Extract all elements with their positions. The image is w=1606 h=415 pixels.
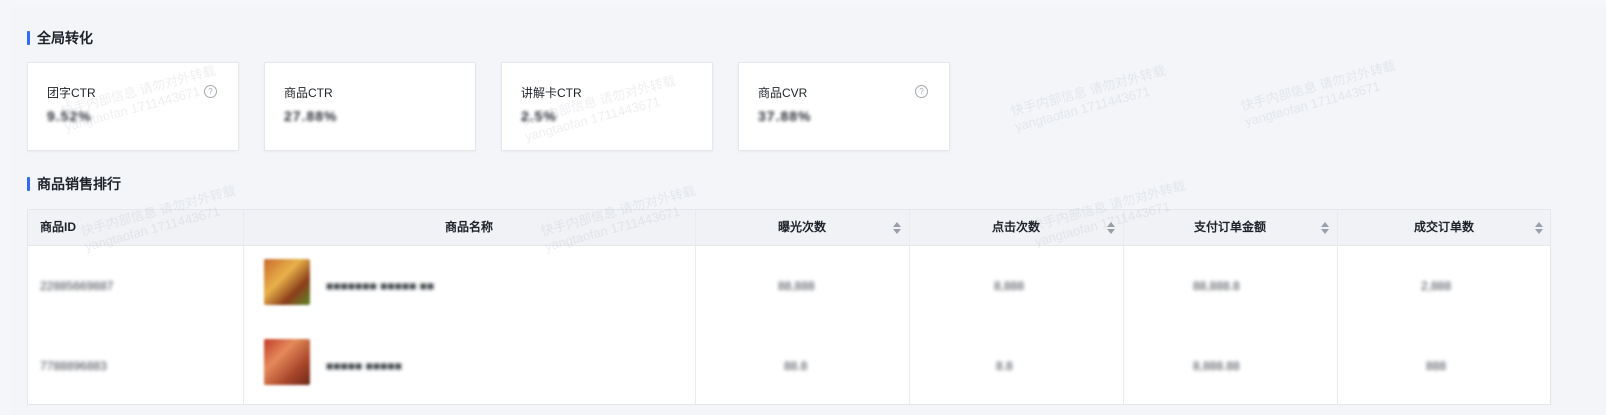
cell-clicks: 8,888 [994,279,1025,293]
metric-card-tuanzi-ctr: 团字CTR 9.52% ? [27,62,239,151]
cell-product-name[interactable]: ■■■■■ ■■■■■ [326,359,402,373]
metric-label: 讲解卡CTR [521,86,582,100]
table-header: 商品ID 商品名称 曝光次数 点击次数 支付订单金额 成交订单数 [28,210,1550,246]
question-circle-icon[interactable]: ? [204,85,217,98]
column-header-label: 点击次数 [991,220,1040,234]
question-circle-icon[interactable]: ? [915,85,928,98]
cell-orders: 2,888 [1421,279,1452,293]
cell-pay-amount: 88,888.8 [1193,279,1240,293]
column-header-product-name: 商品名称 [444,220,493,234]
sort-caret-icon[interactable] [1107,222,1115,234]
metric-card-product-ctr: 商品CTR 27.88% [264,62,476,151]
product-thumbnail [264,339,310,385]
column-header-orders[interactable]: 成交订单数 [1337,210,1550,245]
column-header-pay-amount[interactable]: 支付订单金额 [1123,210,1337,245]
column-header-label: 成交订单数 [1413,220,1474,234]
section-title-global-conversion: 全局转化 [27,28,93,48]
metric-value: 37.88% [758,108,812,124]
metric-card-product-cvr: 商品CVR 37.88% ? [738,62,950,151]
cell-product-id: 22885669887 [40,279,114,293]
cell-orders: 888 [1426,359,1447,373]
sort-caret-icon[interactable] [1321,222,1329,234]
section-title-text: 全局转化 [37,30,93,46]
table-row[interactable]: 22885669887 ■■■■■■■ ■■■■■ ■■ 88,888 8,88… [28,245,1550,325]
sales-ranking-table: 商品ID 商品名称 曝光次数 点击次数 支付订单金额 成交订单数 2288566… [27,209,1551,405]
metric-value: 2.5% [521,108,557,124]
cell-exposure: 88.8 [784,359,808,373]
metric-card-explain-card-ctr: 讲解卡CTR 2.5% [501,62,713,151]
column-header-exposure[interactable]: 曝光次数 [695,210,909,245]
cell-pay-amount: 8,888.88 [1193,359,1240,373]
metric-label: 商品CVR [758,86,808,100]
cell-product-name[interactable]: ■■■■■■■ ■■■■■ ■■ [326,279,434,293]
metric-value: 9.52% [47,108,92,124]
sort-caret-icon[interactable] [1535,222,1543,234]
column-header-clicks[interactable]: 点击次数 [909,210,1123,245]
metric-value: 27.88% [284,108,338,124]
section-title-text: 商品销售排行 [37,176,121,192]
column-header-label: 曝光次数 [777,220,826,234]
section-title-sales-ranking: 商品销售排行 [27,174,121,194]
table-row[interactable]: 7788896883 ■■■■■ ■■■■■ 88.8 8.8 8,888.88… [28,325,1550,404]
cell-clicks: 8.8 [996,359,1013,373]
column-header-product-id: 商品ID [40,220,77,234]
column-header-label: 支付订单金额 [1193,220,1266,234]
section-accent-bar [27,31,30,45]
metric-label: 团字CTR [47,86,96,100]
cell-exposure: 88,888 [778,279,815,293]
product-thumbnail [264,259,310,305]
metric-label: 商品CTR [284,86,333,100]
cell-product-id: 7788896883 [40,359,107,373]
section-accent-bar [27,177,30,191]
sort-caret-icon[interactable] [893,222,901,234]
